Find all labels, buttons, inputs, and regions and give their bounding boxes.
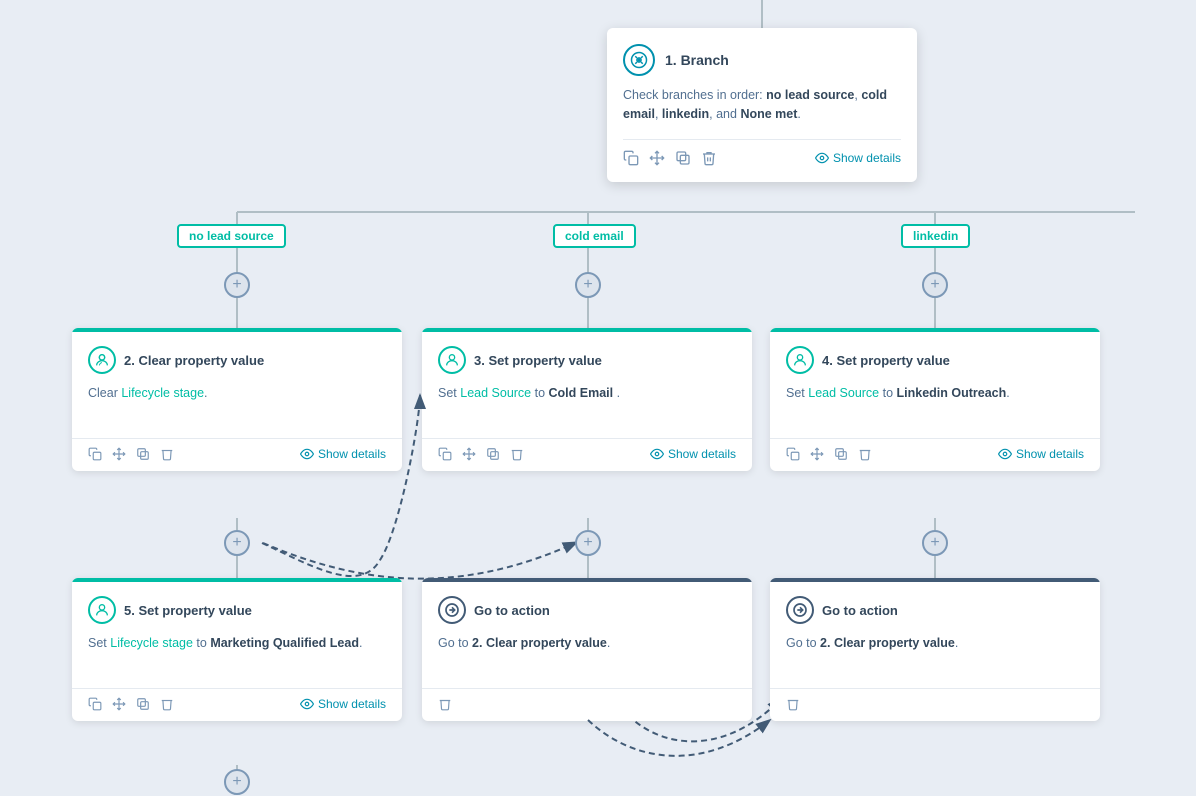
card-body-2: 2. Clear property value Clear Lifecycle … bbox=[72, 332, 402, 430]
copy-icon-3[interactable] bbox=[438, 447, 452, 461]
branch-show-details[interactable]: Show details bbox=[815, 151, 901, 165]
move-icon-3[interactable] bbox=[462, 447, 476, 461]
clone-icon[interactable] bbox=[675, 150, 691, 166]
card-title-2: 2. Clear property value bbox=[124, 353, 264, 368]
footer-icons-2 bbox=[88, 447, 174, 461]
card-content-2: Clear Lifecycle stage. bbox=[88, 384, 386, 420]
delete-icon-goto-2[interactable] bbox=[786, 697, 800, 711]
card-set-linkedin: 4. Set property value Set Lead Source to… bbox=[770, 328, 1100, 471]
card-title-goto-1: Go to action bbox=[474, 603, 550, 618]
card-footer-3: Show details bbox=[422, 438, 752, 471]
card-goto-middle: Go to action Go to 2. Clear property val… bbox=[422, 578, 752, 721]
card-header-4: 4. Set property value bbox=[786, 346, 1084, 374]
delete-icon-goto-1[interactable] bbox=[438, 697, 452, 711]
plus-button-1[interactable]: + bbox=[224, 272, 250, 298]
footer-icons-3 bbox=[438, 447, 524, 461]
plus-button-4[interactable]: + bbox=[224, 530, 250, 556]
footer-icons-5 bbox=[88, 697, 174, 711]
card-icon-2 bbox=[88, 346, 116, 374]
delete-icon-5[interactable] bbox=[160, 697, 174, 711]
branch-footer: Show details bbox=[623, 139, 901, 166]
card-icon-4 bbox=[786, 346, 814, 374]
card-footer-goto-1 bbox=[422, 688, 752, 721]
copy-icon-2[interactable] bbox=[88, 447, 102, 461]
copy-icon-5[interactable] bbox=[88, 697, 102, 711]
copy-icon[interactable] bbox=[623, 150, 639, 166]
card-header-goto-2: Go to action bbox=[786, 596, 1084, 624]
delete-icon-4[interactable] bbox=[858, 447, 872, 461]
card-header-goto-1: Go to action bbox=[438, 596, 736, 624]
branch-icon bbox=[623, 44, 655, 76]
card-icon-3 bbox=[438, 346, 466, 374]
card-icon-5 bbox=[88, 596, 116, 624]
card-goto-right: Go to action Go to 2. Clear property val… bbox=[770, 578, 1100, 721]
branch-title: 1. Branch bbox=[665, 52, 729, 68]
lifecycle-stage-link-1[interactable]: Lifecycle stage bbox=[121, 386, 204, 400]
footer-icons-goto-2 bbox=[786, 697, 800, 711]
card-set-cold-email: 3. Set property value Set Lead Source to… bbox=[422, 328, 752, 471]
card-set-mql: 5. Set property value Set Lifecycle stag… bbox=[72, 578, 402, 721]
card-header-2: 2. Clear property value bbox=[88, 346, 386, 374]
branch-footer-icons bbox=[623, 150, 717, 166]
plus-button-5[interactable]: + bbox=[575, 530, 601, 556]
lifecycle-stage-link-2[interactable]: Lifecycle stage bbox=[110, 636, 193, 650]
show-details-3[interactable]: Show details bbox=[650, 447, 736, 461]
move-icon-2[interactable] bbox=[112, 447, 126, 461]
card-content-4: Set Lead Source to Linkedin Outreach. bbox=[786, 384, 1084, 420]
footer-icons-4 bbox=[786, 447, 872, 461]
card-header-5: 5. Set property value bbox=[88, 596, 386, 624]
lead-source-link-1[interactable]: Lead Source bbox=[460, 386, 531, 400]
delete-icon-2[interactable] bbox=[160, 447, 174, 461]
plus-button-2[interactable]: + bbox=[575, 272, 601, 298]
plus-button-bottom[interactable]: + bbox=[224, 769, 250, 795]
clone-icon-5[interactable] bbox=[136, 697, 150, 711]
branch-label-no-lead-source: no lead source bbox=[177, 224, 286, 248]
plus-button-3[interactable]: + bbox=[922, 272, 948, 298]
card-body-goto-1: Go to action Go to 2. Clear property val… bbox=[422, 582, 752, 680]
show-details-4[interactable]: Show details bbox=[998, 447, 1084, 461]
branch-card: 1. Branch Check branches in order: no le… bbox=[607, 28, 917, 182]
card-content-goto-1: Go to 2. Clear property value. bbox=[438, 634, 736, 670]
card-footer-2: Show details bbox=[72, 438, 402, 471]
card-icon-goto-1 bbox=[438, 596, 466, 624]
branch-label-linkedin: linkedin bbox=[901, 224, 970, 248]
card-content-3: Set Lead Source to Cold Email . bbox=[438, 384, 736, 420]
card-body-5: 5. Set property value Set Lifecycle stag… bbox=[72, 582, 402, 680]
copy-icon-4[interactable] bbox=[786, 447, 800, 461]
branch-card-header: 1. Branch bbox=[623, 44, 901, 76]
footer-icons-goto-1 bbox=[438, 697, 452, 711]
show-details-5[interactable]: Show details bbox=[300, 697, 386, 711]
card-header-3: 3. Set property value bbox=[438, 346, 736, 374]
card-title-3: 3. Set property value bbox=[474, 353, 602, 368]
card-title-4: 4. Set property value bbox=[822, 353, 950, 368]
move-icon-4[interactable] bbox=[810, 447, 824, 461]
branch-label-cold-email: cold email bbox=[553, 224, 636, 248]
card-title-5: 5. Set property value bbox=[124, 603, 252, 618]
delete-icon-3[interactable] bbox=[510, 447, 524, 461]
card-content-goto-2: Go to 2. Clear property value. bbox=[786, 634, 1084, 670]
card-body-3: 3. Set property value Set Lead Source to… bbox=[422, 332, 752, 430]
card-footer-4: Show details bbox=[770, 438, 1100, 471]
lead-source-link-2[interactable]: Lead Source bbox=[808, 386, 879, 400]
card-content-5: Set Lifecycle stage to Marketing Qualifi… bbox=[88, 634, 386, 670]
show-details-2[interactable]: Show details bbox=[300, 447, 386, 461]
card-body-4: 4. Set property value Set Lead Source to… bbox=[770, 332, 1100, 430]
card-footer-goto-2 bbox=[770, 688, 1100, 721]
card-clear-property: 2. Clear property value Clear Lifecycle … bbox=[72, 328, 402, 471]
card-title-goto-2: Go to action bbox=[822, 603, 898, 618]
clone-icon-2[interactable] bbox=[136, 447, 150, 461]
card-footer-5: Show details bbox=[72, 688, 402, 721]
delete-icon[interactable] bbox=[701, 150, 717, 166]
branch-description: Check branches in order: no lead source,… bbox=[623, 86, 901, 125]
clone-icon-4[interactable] bbox=[834, 447, 848, 461]
move-icon[interactable] bbox=[649, 150, 665, 166]
clone-icon-3[interactable] bbox=[486, 447, 500, 461]
move-icon-5[interactable] bbox=[112, 697, 126, 711]
card-icon-goto-2 bbox=[786, 596, 814, 624]
card-body-goto-2: Go to action Go to 2. Clear property val… bbox=[770, 582, 1100, 680]
workflow-canvas: 1. Branch Check branches in order: no le… bbox=[0, 0, 1196, 796]
plus-button-6[interactable]: + bbox=[922, 530, 948, 556]
